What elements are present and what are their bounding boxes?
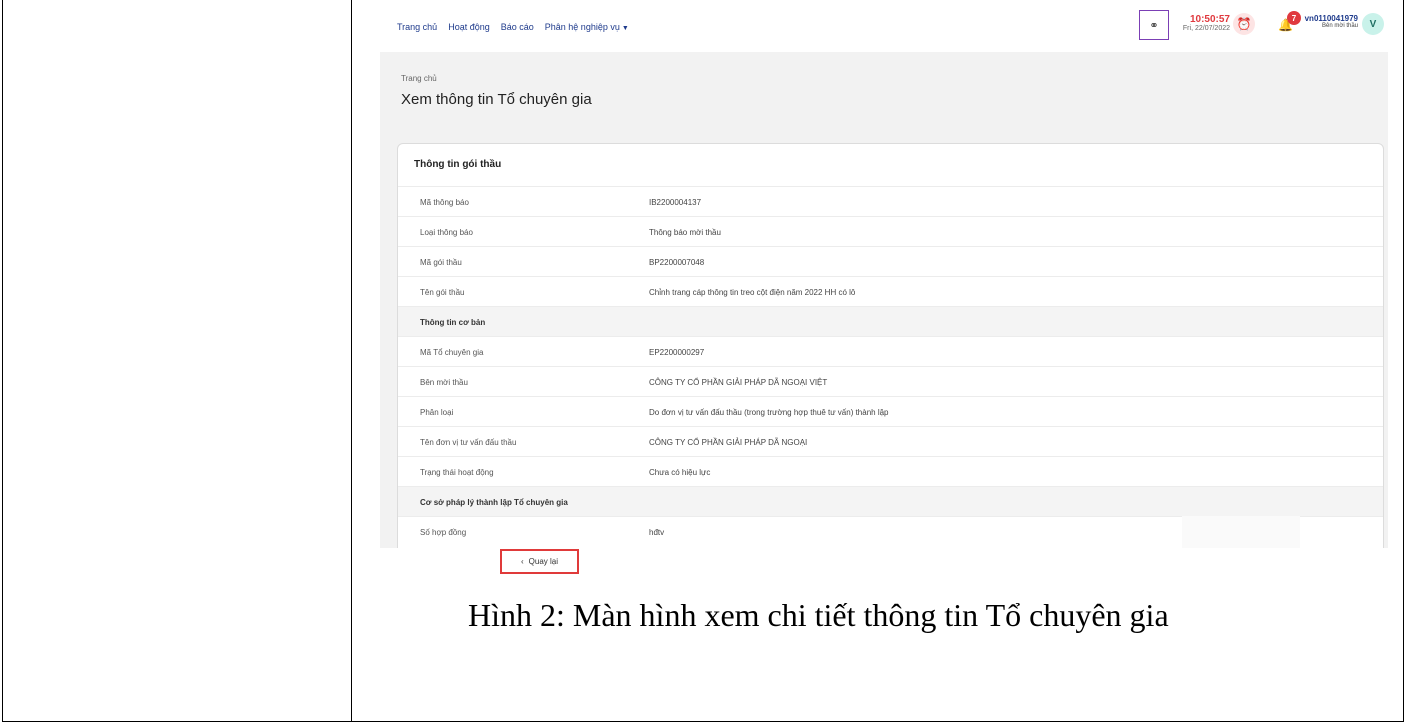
section-header-row: Thông tin cơ bản — [398, 306, 1383, 337]
username: vn0110041979 — [1304, 14, 1358, 23]
info-row: Loại thông báo Thông báo mời thầu — [398, 216, 1383, 247]
blank-patch — [1182, 516, 1300, 548]
info-row: Tên đơn vị tư vấn đấu thầu CÔNG TY CỔ PHẦ… — [398, 426, 1383, 457]
row-value: CÔNG TY CỔ PHẦN GIẢI PHÁP DÃ NGOẠI VIỆT — [649, 377, 828, 387]
row-label: Trạng thái hoạt động — [420, 467, 494, 477]
row-value: hđtv — [649, 527, 665, 537]
row-label: Số hợp đồng — [420, 527, 467, 537]
clock-time: 10:50:57 — [1189, 14, 1230, 25]
row-value: Chưa có hiệu lực — [649, 467, 711, 477]
chevron-down-icon: ▼ — [621, 25, 629, 32]
row-value: BP2200007048 — [649, 257, 705, 267]
nav-item-activity[interactable]: Hoạt động — [448, 22, 490, 32]
clock: 10:50:57 Fri, 22/07/2022 — [1180, 14, 1230, 32]
breadcrumb[interactable]: Trang chủ — [401, 74, 437, 83]
chevron-left-icon: ‹ — [520, 557, 524, 566]
clock-date: Fri, 22/07/2022 — [1182, 25, 1230, 32]
row-label: Mã thông báo — [420, 197, 469, 207]
row-label: Phân loại — [420, 407, 454, 417]
row-label: Mã Tổ chuyên gia — [420, 347, 484, 357]
row-value: Thông báo mời thầu — [649, 227, 721, 237]
document-table-divider — [351, 0, 352, 722]
row-label: Bên mời thầu — [420, 377, 468, 387]
main-nav: Trang chủ Hoạt động Báo cáo Phân hệ nghi… — [397, 22, 629, 32]
info-row: Mã Tổ chuyên gia EP2200000297 — [398, 336, 1383, 367]
alarm-clock-icon[interactable]: ⏰ — [1233, 13, 1255, 35]
info-row: Trạng thái hoạt động Chưa có hiệu lực — [398, 456, 1383, 487]
info-row: Phân loại Do đơn vị tư vấn đấu thầu (tron… — [398, 396, 1383, 427]
row-label: Mã gói thầu — [420, 257, 462, 267]
info-row: Mã thông báo IB2200004137 — [398, 186, 1383, 217]
info-row: Mã gói thầu BP2200007048 — [398, 246, 1383, 277]
row-value: CÔNG TY CỔ PHẦN GIẢI PHÁP DÃ NGOẠI — [649, 437, 808, 447]
user-info[interactable]: vn0110041979 Bên mời thầu — [1298, 14, 1358, 29]
support-headset-button[interactable]: ⚭ — [1139, 10, 1169, 40]
nav-item-business-modules-label: Phân hệ nghiệp vụ — [544, 22, 620, 32]
row-value: Chỉnh trang cáp thông tin treo cột điện … — [649, 287, 856, 297]
figure-caption: Hình 2: Màn hình xem chi tiết thông tin … — [468, 597, 1169, 633]
card-title: Thông tin gói thầu — [414, 159, 502, 170]
row-value: Do đơn vị tư vấn đấu thầu (trong trường … — [649, 407, 889, 417]
section-label: Cơ sở pháp lý thành lập Tổ chuyên gia — [420, 497, 568, 507]
headset-icon: ⚭ — [1149, 19, 1159, 32]
section-label: Thông tin cơ bản — [420, 317, 486, 327]
top-navigation-bar: Trang chủ Hoạt động Báo cáo Phân hệ nghi… — [380, 0, 1388, 52]
bid-info-card: Thông tin gói thầu Mã thông báo IB2200004… — [397, 143, 1384, 548]
nav-item-reports[interactable]: Báo cáo — [501, 22, 534, 32]
row-value: IB2200004137 — [649, 197, 702, 207]
row-label: Tên đơn vị tư vấn đấu thầu — [420, 437, 517, 447]
row-label: Loại thông báo — [420, 227, 473, 237]
info-row: Tên gói thầu Chỉnh trang cáp thông tin tr… — [398, 276, 1383, 307]
info-row: Bên mời thầu CÔNG TY CỔ PHẦN GIẢI PHÁP DÃ… — [398, 366, 1383, 397]
back-button[interactable]: ‹ Quay lại — [500, 549, 579, 574]
avatar[interactable]: V — [1362, 13, 1384, 35]
section-header-row: Cơ sở pháp lý thành lập Tổ chuyên gia — [398, 486, 1383, 517]
user-role: Bên mời thầu — [1322, 23, 1358, 29]
back-button-label: Quay lại — [528, 557, 559, 566]
nav-item-business-modules[interactable]: Phân hệ nghiệp vụ ▼ — [545, 22, 629, 32]
row-value: EP2200000297 — [649, 347, 705, 357]
app-screenshot: Trang chủ Hoạt động Báo cáo Phân hệ nghi… — [380, 0, 1388, 548]
nav-item-home[interactable]: Trang chủ — [397, 22, 437, 32]
page-title: Xem thông tin Tổ chuyên gia — [401, 91, 592, 108]
row-label: Tên gói thầu — [420, 287, 465, 297]
